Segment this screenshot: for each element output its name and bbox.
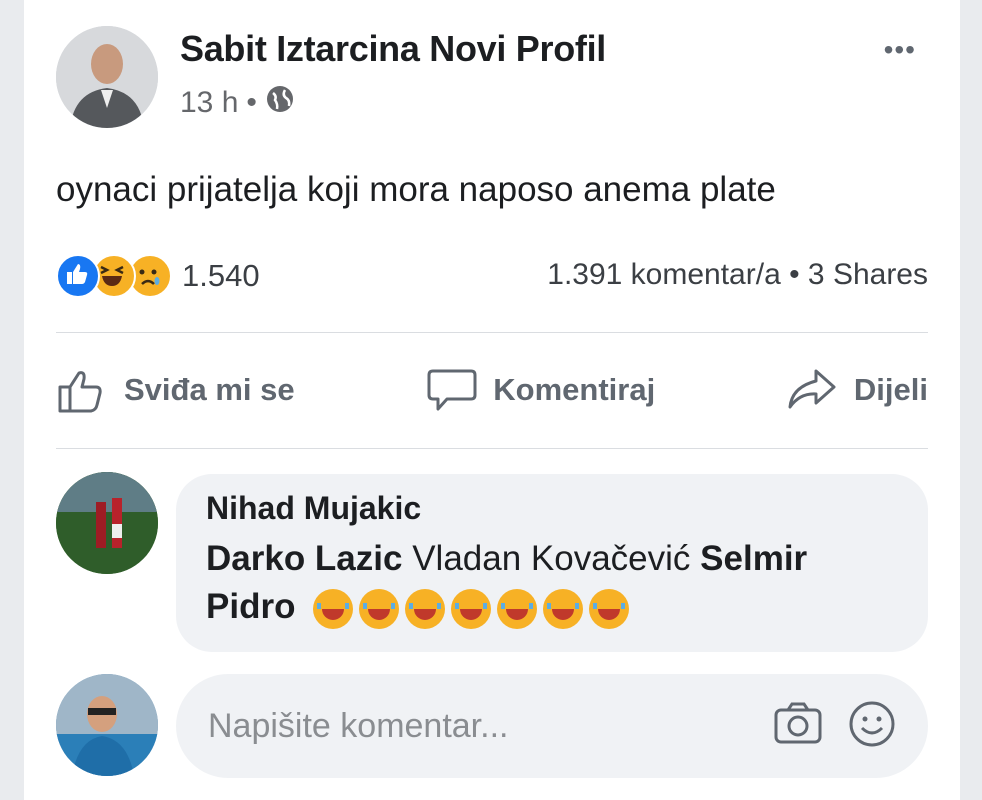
divider <box>56 332 928 333</box>
post-meta: 13 h • <box>180 84 295 122</box>
laughing-tears-emoji-icon <box>405 588 446 629</box>
post-author-name[interactable]: Sabit Iztarcina Novi Profil <box>180 28 606 70</box>
comment-input[interactable] <box>206 705 772 747</box>
like-button[interactable]: Sviđa mi se <box>56 363 295 417</box>
laughing-emoji-row <box>313 588 630 629</box>
post-card: Sabit Iztarcina Novi Profil 13 h • ••• o… <box>24 0 960 800</box>
comment-text: Darko Lazic Vladan Kovačević Selmir Pidr… <box>206 535 898 631</box>
laughing-tears-emoji-icon <box>589 588 630 629</box>
comments-shares-count[interactable]: 1.391 komentar/a • 3 Shares <box>547 258 928 292</box>
post-time[interactable]: 13 h <box>180 86 238 120</box>
author-avatar[interactable] <box>56 26 158 128</box>
laughing-tears-emoji-icon <box>543 588 584 629</box>
like-button-label: Sviđa mi se <box>124 372 295 407</box>
share-icon <box>786 363 840 417</box>
share-button[interactable]: Dijeli <box>786 363 928 417</box>
mention-tag[interactable]: Pidro <box>206 587 295 626</box>
comment-composer <box>176 674 928 778</box>
globe-icon <box>265 84 295 122</box>
reaction-count: 1.540 <box>182 258 260 293</box>
current-user-avatar[interactable] <box>56 674 158 776</box>
comment-icon <box>425 363 479 417</box>
meta-separator: • <box>246 86 257 119</box>
mention-tag[interactable]: Darko Lazic <box>206 539 402 578</box>
reactions-summary[interactable]: 1.540 <box>56 254 260 298</box>
camera-icon[interactable] <box>772 698 824 755</box>
composer-icons <box>772 698 898 755</box>
like-reaction-icon <box>56 254 100 298</box>
comment-button-label: Komentiraj <box>493 372 656 407</box>
laughing-tears-emoji-icon <box>359 588 400 629</box>
mention-tag[interactable]: Selmir <box>700 539 807 578</box>
share-button-label: Dijeli <box>853 372 928 407</box>
thumb-up-icon <box>56 363 110 417</box>
post-text: oynaci prijatelja koji mora naposo anema… <box>56 170 776 209</box>
divider <box>56 448 928 449</box>
smiley-icon[interactable] <box>846 698 898 755</box>
laughing-tears-emoji-icon <box>313 588 354 629</box>
comment-author[interactable]: Nihad Mujakic <box>206 490 898 527</box>
laughing-tears-emoji-icon <box>451 588 492 629</box>
comment-bubble: Nihad Mujakic Darko Lazic Vladan Kovačev… <box>176 474 928 652</box>
laughing-tears-emoji-icon <box>497 588 538 629</box>
comment-button[interactable]: Komentiraj <box>425 363 655 417</box>
post-actions: Sviđa mi se Komentiraj Dijeli <box>56 360 928 420</box>
more-options-button[interactable]: ••• <box>884 34 916 66</box>
commenter-avatar[interactable] <box>56 472 158 574</box>
comment-plain-text: Vladan Kovačević <box>412 539 691 578</box>
